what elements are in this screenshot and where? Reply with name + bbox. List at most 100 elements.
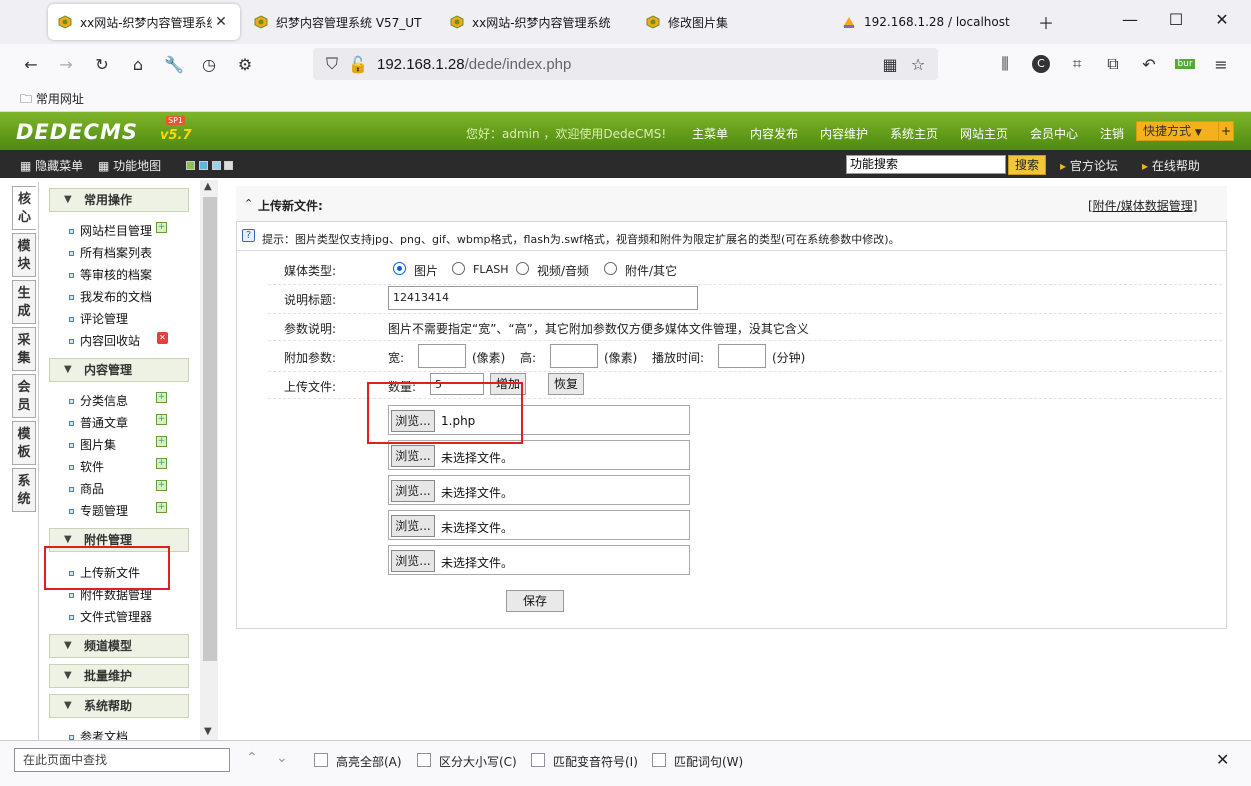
- add-icon[interactable]: +: [156, 436, 167, 447]
- file-input-2[interactable]: 浏览... 未选择文件。: [388, 440, 690, 470]
- add-icon[interactable]: +: [156, 480, 167, 491]
- reload-icon[interactable]: ↻: [91, 53, 113, 75]
- function-map-button[interactable]: ▦ 功能地图: [98, 157, 161, 174]
- menu-item[interactable]: 图片集: [69, 436, 116, 453]
- menu-item[interactable]: 分类信息: [69, 392, 128, 409]
- hide-menu-button[interactable]: ▦ 隐藏菜单: [20, 157, 83, 174]
- match-case-checkbox[interactable]: [417, 753, 431, 767]
- browse-button[interactable]: 浏览...: [391, 445, 435, 467]
- theme-swatch-green[interactable]: [186, 161, 195, 170]
- forum-link[interactable]: ▸ 官方论坛: [1060, 157, 1118, 174]
- help-link[interactable]: ▸ 在线帮助: [1142, 157, 1200, 174]
- window-close-icon[interactable]: ✕: [1212, 10, 1232, 29]
- module-tab-system[interactable]: 系统: [12, 468, 36, 512]
- add-icon[interactable]: +: [156, 392, 167, 403]
- minimize-icon[interactable]: —: [1120, 10, 1140, 29]
- qr-code-icon[interactable]: ▦: [879, 53, 901, 75]
- shield-icon[interactable]: ⛉: [321, 53, 343, 75]
- nav-publish[interactable]: 内容发布: [750, 125, 798, 142]
- tab-3[interactable]: xx网站-织梦内容管理系统: [440, 4, 636, 40]
- module-tab-generate[interactable]: 生成: [12, 280, 36, 324]
- scroll-up-icon[interactable]: ▲: [204, 181, 212, 192]
- find-prev-icon[interactable]: ⌃: [246, 750, 258, 766]
- tab-4[interactable]: 修改图片集: [636, 4, 832, 40]
- forward-icon[interactable]: →: [55, 53, 77, 75]
- module-tab-modules[interactable]: 模块: [12, 233, 36, 277]
- close-icon[interactable]: ✕: [212, 14, 230, 30]
- puzzle-icon[interactable]: ⧉: [1102, 53, 1124, 75]
- nav-logout[interactable]: 注销: [1100, 125, 1124, 142]
- add-shortcut-icon[interactable]: +: [1218, 121, 1234, 141]
- add-icon[interactable]: +: [156, 414, 167, 425]
- whole-words-checkbox[interactable]: [652, 753, 666, 767]
- history-icon[interactable]: ◷: [198, 53, 220, 75]
- find-input[interactable]: 在此页面中查找: [14, 748, 230, 772]
- menu-item[interactable]: 专题管理: [69, 502, 128, 519]
- menu-group-batch[interactable]: ▼ 批量维护: [49, 664, 189, 688]
- gear-icon[interactable]: ⚙: [234, 53, 256, 75]
- menu-group-help[interactable]: ▼ 系统帮助: [49, 694, 189, 718]
- extension-c-icon[interactable]: C: [1030, 53, 1052, 75]
- insecure-lock-icon[interactable]: 🔓: [347, 53, 369, 75]
- menu-item[interactable]: 评论管理: [69, 310, 128, 327]
- menu-item[interactable]: 参考文档: [69, 728, 128, 740]
- title-input[interactable]: 12413414: [388, 286, 698, 310]
- function-search-button[interactable]: 搜索: [1008, 155, 1046, 175]
- url-bar[interactable]: ⛉ 🔓 192.168.1.28/dede/index.php ▦ ☆: [313, 48, 938, 80]
- module-tab-core[interactable]: 核心: [12, 186, 36, 230]
- scroll-down-icon[interactable]: ▼: [204, 726, 212, 737]
- menu-item[interactable]: 网站栏目管理: [69, 222, 152, 239]
- match-diacritics-checkbox[interactable]: [531, 753, 545, 767]
- menu-item[interactable]: 内容回收站: [69, 332, 140, 349]
- nav-system-home[interactable]: 系统主页: [890, 125, 938, 142]
- menu-item[interactable]: 软件: [69, 458, 104, 475]
- menu-item[interactable]: 所有档案列表: [69, 244, 152, 261]
- wrench-icon[interactable]: 🔧: [163, 53, 185, 75]
- back-icon[interactable]: ←: [20, 53, 42, 75]
- bookmark-folder[interactable]: 🗀 常用网址: [20, 90, 84, 111]
- menu-group-common[interactable]: ▼ 常用操作: [49, 188, 189, 212]
- menu-group-channel-model[interactable]: ▼ 频道模型: [49, 634, 189, 658]
- menu-item[interactable]: 文件式管理器: [69, 608, 152, 625]
- nav-main-menu[interactable]: 主菜单: [692, 125, 728, 142]
- menu-scrollbar-thumb[interactable]: [203, 197, 217, 661]
- nav-member-center[interactable]: 会员中心: [1030, 125, 1078, 142]
- browse-button[interactable]: 浏览...: [391, 515, 435, 537]
- crop-icon[interactable]: ⌗: [1066, 53, 1088, 75]
- nav-maintain[interactable]: 内容维护: [820, 125, 868, 142]
- menu-item[interactable]: 我发布的文档: [69, 288, 152, 305]
- theme-swatch-blue[interactable]: [198, 161, 208, 170]
- new-tab-icon[interactable]: ＋: [1036, 10, 1056, 34]
- file-input-4[interactable]: 浏览... 未选择文件。: [388, 510, 690, 540]
- maximize-icon[interactable]: ☐: [1166, 10, 1186, 29]
- find-close-icon[interactable]: ✕: [1216, 750, 1229, 769]
- menu-item[interactable]: 等审核的档案: [69, 266, 152, 283]
- module-tab-member[interactable]: 会员: [12, 374, 36, 418]
- radio-image[interactable]: [393, 262, 406, 275]
- find-next-icon[interactable]: ⌄: [276, 750, 288, 766]
- bookmark-star-icon[interactable]: ☆: [907, 53, 929, 75]
- module-tab-collect[interactable]: 采集: [12, 327, 36, 371]
- browse-button[interactable]: 浏览...: [391, 480, 435, 502]
- add-icon[interactable]: +: [156, 458, 167, 469]
- library-icon[interactable]: ⫼: [994, 53, 1016, 75]
- file-input-3[interactable]: 浏览... 未选择文件。: [388, 475, 690, 505]
- radio-video-audio[interactable]: [516, 262, 529, 275]
- menu-item[interactable]: 普通文章: [69, 414, 128, 431]
- height-input[interactable]: [550, 344, 598, 368]
- play-time-input[interactable]: [718, 344, 766, 368]
- burp-extension-icon[interactable]: bur: [1174, 53, 1196, 75]
- nav-site-home[interactable]: 网站主页: [960, 125, 1008, 142]
- clear-recycle-icon[interactable]: ✕: [157, 332, 168, 344]
- radio-flash[interactable]: [452, 262, 465, 275]
- theme-swatch-lightblue[interactable]: [211, 161, 221, 170]
- attachment-manage-link[interactable]: [附件/媒体数据管理]: [1088, 197, 1197, 214]
- theme-swatch-gray[interactable]: [224, 161, 234, 170]
- function-search-input[interactable]: 功能搜索: [846, 155, 1006, 174]
- home-icon[interactable]: ⌂: [127, 53, 149, 75]
- menu-item[interactable]: 商品: [69, 480, 104, 497]
- highlight-all-checkbox[interactable]: [314, 753, 328, 767]
- menu-group-content[interactable]: ▼ 内容管理: [49, 358, 189, 382]
- add-icon[interactable]: +: [156, 222, 167, 233]
- width-input[interactable]: [418, 344, 466, 368]
